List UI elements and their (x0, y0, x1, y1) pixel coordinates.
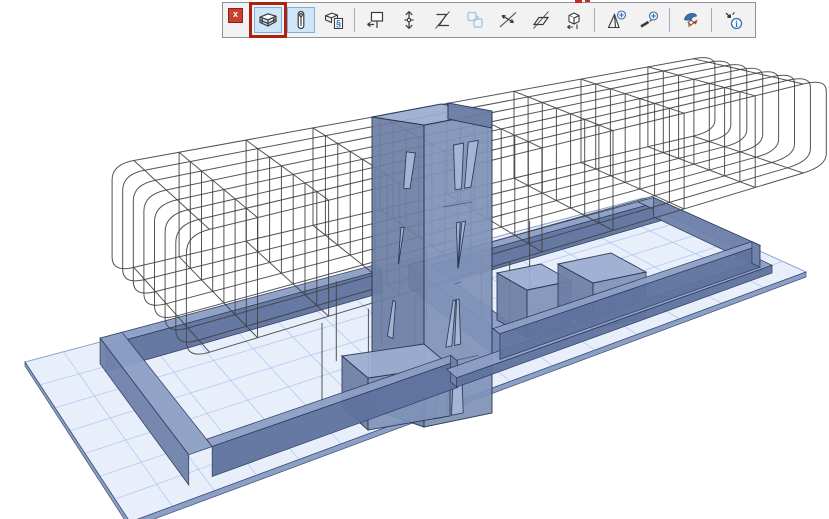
svg-text:§: § (335, 19, 340, 29)
magnify-line-icon (638, 9, 660, 31)
application-viewport: x § i (0, 0, 829, 519)
copy-settings-icon: § (323, 9, 345, 31)
copy-settings-button[interactable]: § (320, 7, 348, 33)
toolbar-separator (711, 8, 712, 32)
tower-window (454, 143, 464, 190)
rotate-icon (431, 9, 453, 31)
drag-icon (365, 9, 387, 31)
3d-model-view[interactable] (0, 0, 829, 519)
magnify-solid-icon (605, 9, 627, 31)
drag-a-copy-button[interactable] (560, 7, 588, 33)
toolbar-separator (669, 8, 670, 32)
pick-up-parameters-button[interactable]: i (719, 7, 747, 33)
skew-button[interactable] (527, 7, 555, 33)
workbench-tool-button[interactable] (254, 7, 282, 33)
pick-up-parameters-icon: i (722, 9, 744, 31)
mirror-icon (497, 9, 519, 31)
toolbar-separator (354, 8, 355, 32)
drag-a-copy-icon (563, 9, 585, 31)
wall-end (752, 242, 760, 268)
multiply-icon (464, 9, 486, 31)
red-artifact (585, 0, 590, 2)
elevate-icon (398, 9, 420, 31)
red-artifact (575, 0, 582, 3)
column-tool-icon (290, 9, 312, 31)
workbench-tool-icon (257, 9, 279, 31)
edit-elements-toolbar: x § i (222, 2, 756, 38)
column-tool-button[interactable] (287, 7, 315, 33)
toolbar-separator (594, 8, 595, 32)
skew-icon (530, 9, 552, 31)
elevate-button[interactable] (395, 7, 423, 33)
visualization-button[interactable] (677, 7, 705, 33)
magnify-line-button[interactable] (635, 7, 663, 33)
drag-button[interactable] (362, 7, 390, 33)
roof-beam (648, 67, 755, 96)
mirror-button[interactable] (494, 7, 522, 33)
toolbar-close-button[interactable]: x (228, 8, 243, 23)
magnify-solid-button[interactable] (602, 7, 630, 33)
roof-beam (693, 59, 803, 84)
visualization-icon (680, 9, 702, 31)
rotate-button[interactable] (428, 7, 456, 33)
multiply-button (461, 7, 489, 33)
